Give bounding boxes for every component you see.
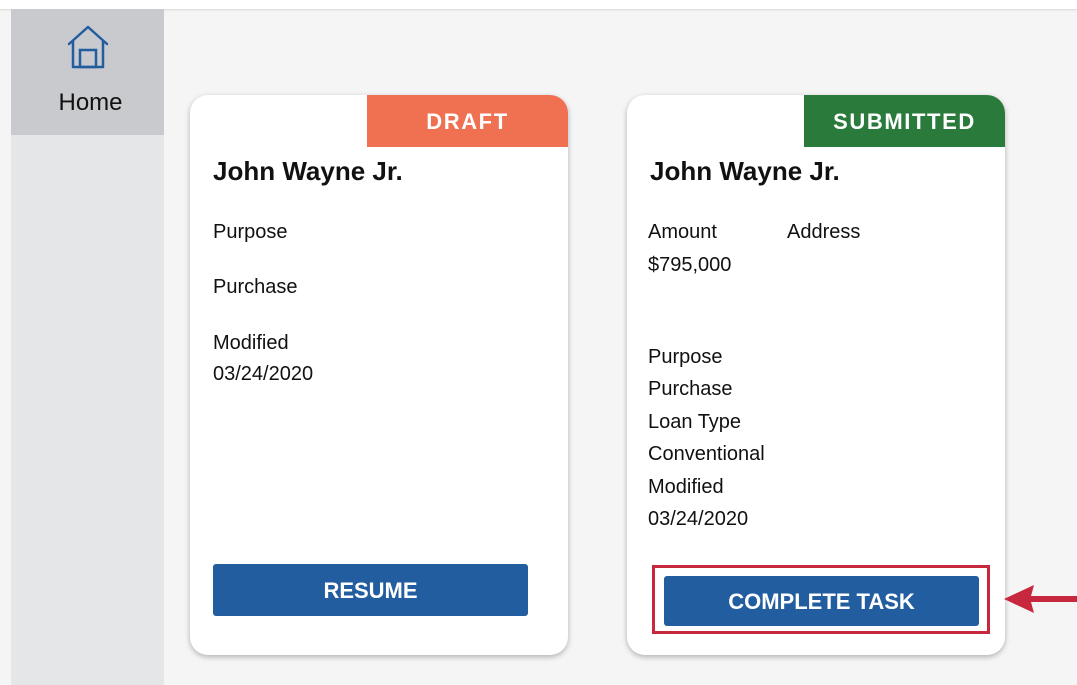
home-icon: [67, 25, 109, 69]
purpose-value: Purchase: [648, 378, 733, 400]
sidebar-item-label: Home: [58, 89, 123, 116]
sidebar-item-home[interactable]: Home: [11, 9, 164, 135]
top-bar: [0, 0, 1077, 9]
amount-value: $795,000: [648, 254, 732, 276]
purpose-label: Purpose: [648, 346, 723, 368]
modified-label: Modified: [213, 332, 289, 354]
borrower-name: John Wayne Jr.: [213, 156, 403, 186]
resume-button[interactable]: RESUME: [213, 564, 528, 616]
amount-label: Amount: [648, 221, 717, 243]
modified-value: 03/24/2020: [648, 508, 749, 530]
address-label: Address: [787, 221, 861, 243]
status-badge: DRAFT: [367, 95, 568, 147]
purpose-label: Purpose: [213, 221, 288, 243]
loan-type-value: Conventional: [648, 443, 765, 465]
arrow-left-icon: [1004, 585, 1077, 613]
modified-value: 03/24/2020: [213, 363, 314, 385]
complete-task-button[interactable]: COMPLETE TASK: [664, 576, 979, 626]
modified-label: Modified: [648, 476, 724, 498]
status-badge: SUBMITTED: [804, 95, 1005, 147]
loan-type-label: Loan Type: [648, 411, 742, 433]
loan-card-submitted: SUBMITTED John Wayne Jr. Amount Address …: [627, 95, 1005, 655]
borrower-name: John Wayne Jr.: [650, 156, 840, 186]
loan-card-draft: DRAFT John Wayne Jr. Purpose Purchase Mo…: [190, 95, 568, 655]
purpose-value: Purchase: [213, 276, 298, 298]
sidebar: Home: [11, 9, 164, 685]
